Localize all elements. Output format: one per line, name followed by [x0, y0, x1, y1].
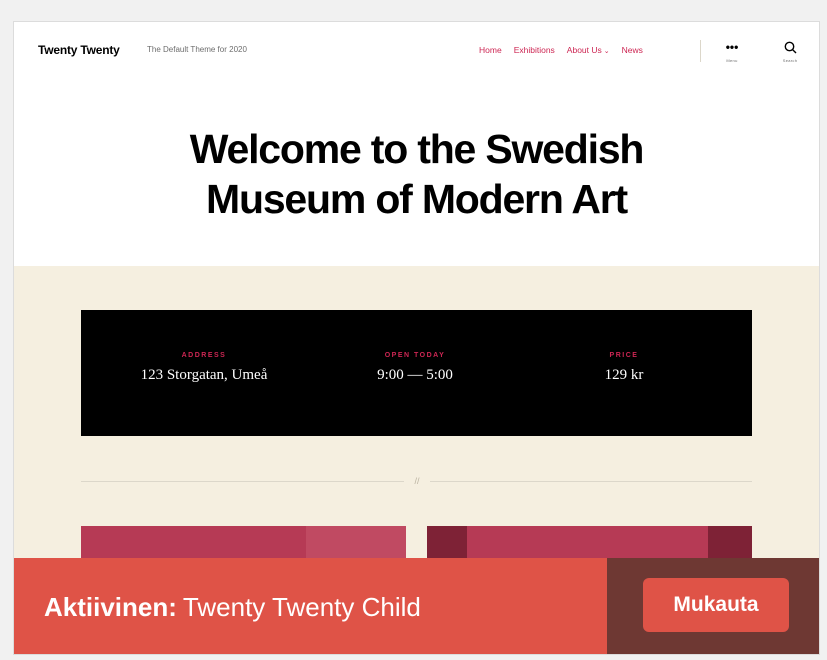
primary-nav: Home Exhibitions About Us ⌄ News: [479, 45, 643, 55]
active-theme-info: Aktiivinen: Twenty Twenty Child: [14, 558, 607, 654]
chevron-down-icon: ⌄: [603, 48, 610, 55]
site-title[interactable]: Twenty Twenty: [38, 43, 120, 57]
header-divider: [700, 40, 701, 62]
info-address: ADDRESS 123 Storgatan, Umeå: [94, 352, 314, 384]
search-toggle-label: Search: [782, 58, 798, 63]
info-value: 9:00 — 5:00: [377, 367, 453, 383]
active-theme-text: Aktiivinen: Twenty Twenty Child: [44, 592, 421, 623]
info-label: PRICE: [609, 352, 639, 359]
info-value: 129 kr: [604, 367, 644, 383]
info-open-today: OPEN TODAY 9:00 — 5:00: [305, 352, 525, 384]
active-theme-bar: Aktiivinen: Twenty Twenty Child Mukauta: [14, 558, 819, 654]
search-toggle[interactable]: Search: [770, 40, 810, 63]
nav-item-about-us[interactable]: About Us ⌄: [567, 45, 610, 55]
nav-item-label: About Us: [566, 45, 602, 55]
nav-item-exhibitions[interactable]: Exhibitions: [514, 45, 555, 55]
info-label: ADDRESS: [181, 352, 227, 359]
page-title: Welcome to the Swedish Museum of Modern …: [14, 124, 819, 224]
info-price: PRICE 129 kr: [514, 352, 734, 384]
menu-toggle-label: Menu: [726, 58, 738, 63]
nav-item-news[interactable]: News: [622, 45, 643, 55]
site-description: The Default Theme for 2020: [147, 45, 247, 54]
info-value: 123 Storgatan, Umeå: [140, 367, 268, 383]
page-title-line-1: Welcome to the Swedish: [189, 126, 645, 172]
info-box: ADDRESS 123 Storgatan, Umeå OPEN TODAY 9…: [81, 310, 752, 436]
search-icon: [784, 41, 796, 54]
page-title-line-2: Museum of Modern Art: [206, 176, 628, 222]
theme-preview-frame: Twenty Twenty The Default Theme for 2020…: [14, 22, 819, 654]
active-theme-name: Twenty Twenty Child: [182, 592, 421, 622]
customize-button[interactable]: Mukauta: [643, 578, 789, 632]
active-theme-prefix: Aktiivinen:: [44, 592, 177, 622]
info-label: OPEN TODAY: [384, 352, 446, 359]
nav-item-home[interactable]: Home: [479, 45, 502, 55]
site-header: Twenty Twenty The Default Theme for 2020…: [14, 22, 819, 90]
separator-mark: //: [404, 474, 430, 488]
active-theme-actions: Mukauta: [607, 558, 819, 654]
ellipsis-icon: •••: [725, 40, 739, 54]
menu-toggle[interactable]: ••• Menu: [712, 40, 752, 63]
